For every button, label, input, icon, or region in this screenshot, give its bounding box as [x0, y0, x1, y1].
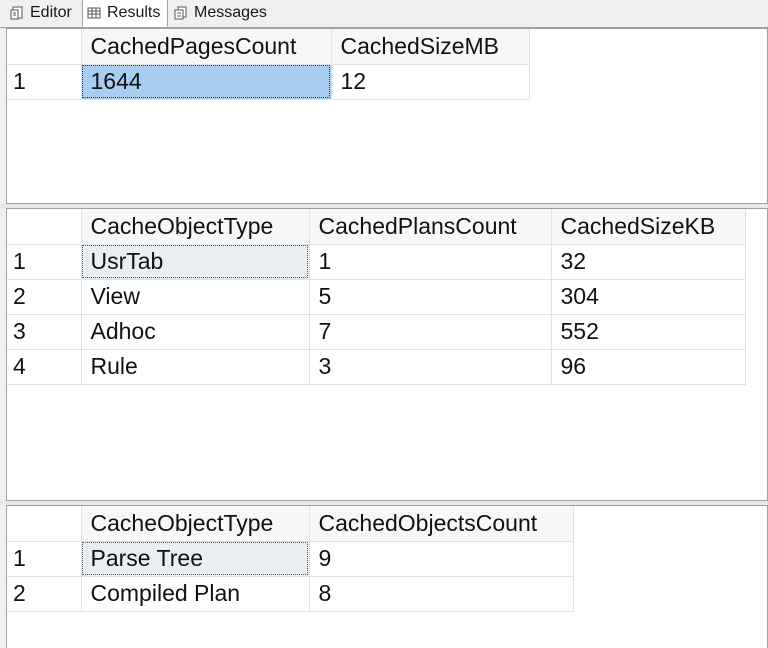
- table-cell[interactable]: Adhoc: [81, 314, 310, 350]
- result-table-2: CacheObjectType CachedPlansCount CachedS…: [7, 209, 746, 385]
- grid-icon: [87, 6, 101, 20]
- table-cell[interactable]: 1: [309, 244, 552, 280]
- header-row: CachedPagesCount CachedSizeMB: [7, 29, 530, 65]
- header-row: CacheObjectType CachedPlansCount CachedS…: [7, 209, 746, 245]
- table-cell[interactable]: Rule: [81, 349, 310, 385]
- table-row: 4 Rule 3 96: [7, 349, 746, 385]
- table-cell[interactable]: 9: [309, 541, 574, 577]
- table-cell[interactable]: 12: [331, 64, 530, 100]
- table-cell[interactable]: 552: [551, 314, 746, 350]
- corner-cell[interactable]: [7, 506, 82, 542]
- table-cell[interactable]: 304: [551, 279, 746, 315]
- header-row: CacheObjectType CachedObjectsCount: [7, 506, 574, 542]
- results-tab-strip: Editor Results Messages: [0, 0, 768, 28]
- table-cell[interactable]: 1644: [81, 64, 332, 100]
- table-cell[interactable]: UsrTab: [81, 244, 310, 280]
- row-number[interactable]: 1: [7, 541, 82, 577]
- tab-editor-label: Editor: [30, 4, 72, 21]
- result-table-3: CacheObjectType CachedObjectsCount 1 Par…: [7, 506, 574, 612]
- corner-cell[interactable]: [7, 209, 82, 245]
- row-number[interactable]: 2: [7, 279, 82, 315]
- result-table-1: CachedPagesCount CachedSizeMB 1 1644 12: [7, 29, 530, 100]
- table-cell[interactable]: 5: [309, 279, 552, 315]
- table-cell[interactable]: 8: [309, 576, 574, 612]
- table-cell[interactable]: Parse Tree: [81, 541, 310, 577]
- column-header[interactable]: CachedSizeMB: [331, 29, 530, 65]
- row-number[interactable]: 1: [7, 244, 82, 280]
- tab-editor[interactable]: Editor: [8, 0, 80, 26]
- corner-cell[interactable]: [7, 29, 82, 65]
- column-header[interactable]: CachedPlansCount: [309, 209, 552, 245]
- editor-icon: [10, 6, 24, 20]
- table-row: 1 Parse Tree 9: [7, 541, 574, 577]
- result-grid-2[interactable]: CacheObjectType CachedPlansCount CachedS…: [6, 208, 768, 501]
- table-cell[interactable]: 3: [309, 349, 552, 385]
- table-row: 2 Compiled Plan 8: [7, 576, 574, 612]
- table-row: 2 View 5 304: [7, 279, 746, 315]
- tab-messages-label: Messages: [194, 4, 267, 21]
- tab-messages[interactable]: Messages: [172, 0, 272, 26]
- row-number[interactable]: 4: [7, 349, 82, 385]
- table-cell[interactable]: View: [81, 279, 310, 315]
- column-header[interactable]: CachedPagesCount: [81, 29, 332, 65]
- table-cell[interactable]: 32: [551, 244, 746, 280]
- messages-icon: [174, 6, 188, 20]
- table-cell[interactable]: Compiled Plan: [81, 576, 310, 612]
- result-grid-1[interactable]: CachedPagesCount CachedSizeMB 1 1644 12: [6, 28, 768, 204]
- table-cell[interactable]: 96: [551, 349, 746, 385]
- row-number[interactable]: 2: [7, 576, 82, 612]
- table-row: 3 Adhoc 7 552: [7, 314, 746, 350]
- column-header[interactable]: CachedSizeKB: [551, 209, 746, 245]
- table-row: 1 1644 12: [7, 64, 530, 100]
- column-header[interactable]: CacheObjectType: [81, 209, 310, 245]
- row-number[interactable]: 3: [7, 314, 82, 350]
- table-row: 1 UsrTab 1 32: [7, 244, 746, 280]
- column-header[interactable]: CachedObjectsCount: [309, 506, 574, 542]
- tab-results-label: Results: [107, 4, 161, 21]
- table-cell[interactable]: 7: [309, 314, 552, 350]
- column-header[interactable]: CacheObjectType: [81, 506, 310, 542]
- tab-results[interactable]: Results: [82, 0, 168, 27]
- row-number[interactable]: 1: [7, 64, 82, 100]
- result-grid-3[interactable]: CacheObjectType CachedObjectsCount 1 Par…: [6, 505, 768, 648]
